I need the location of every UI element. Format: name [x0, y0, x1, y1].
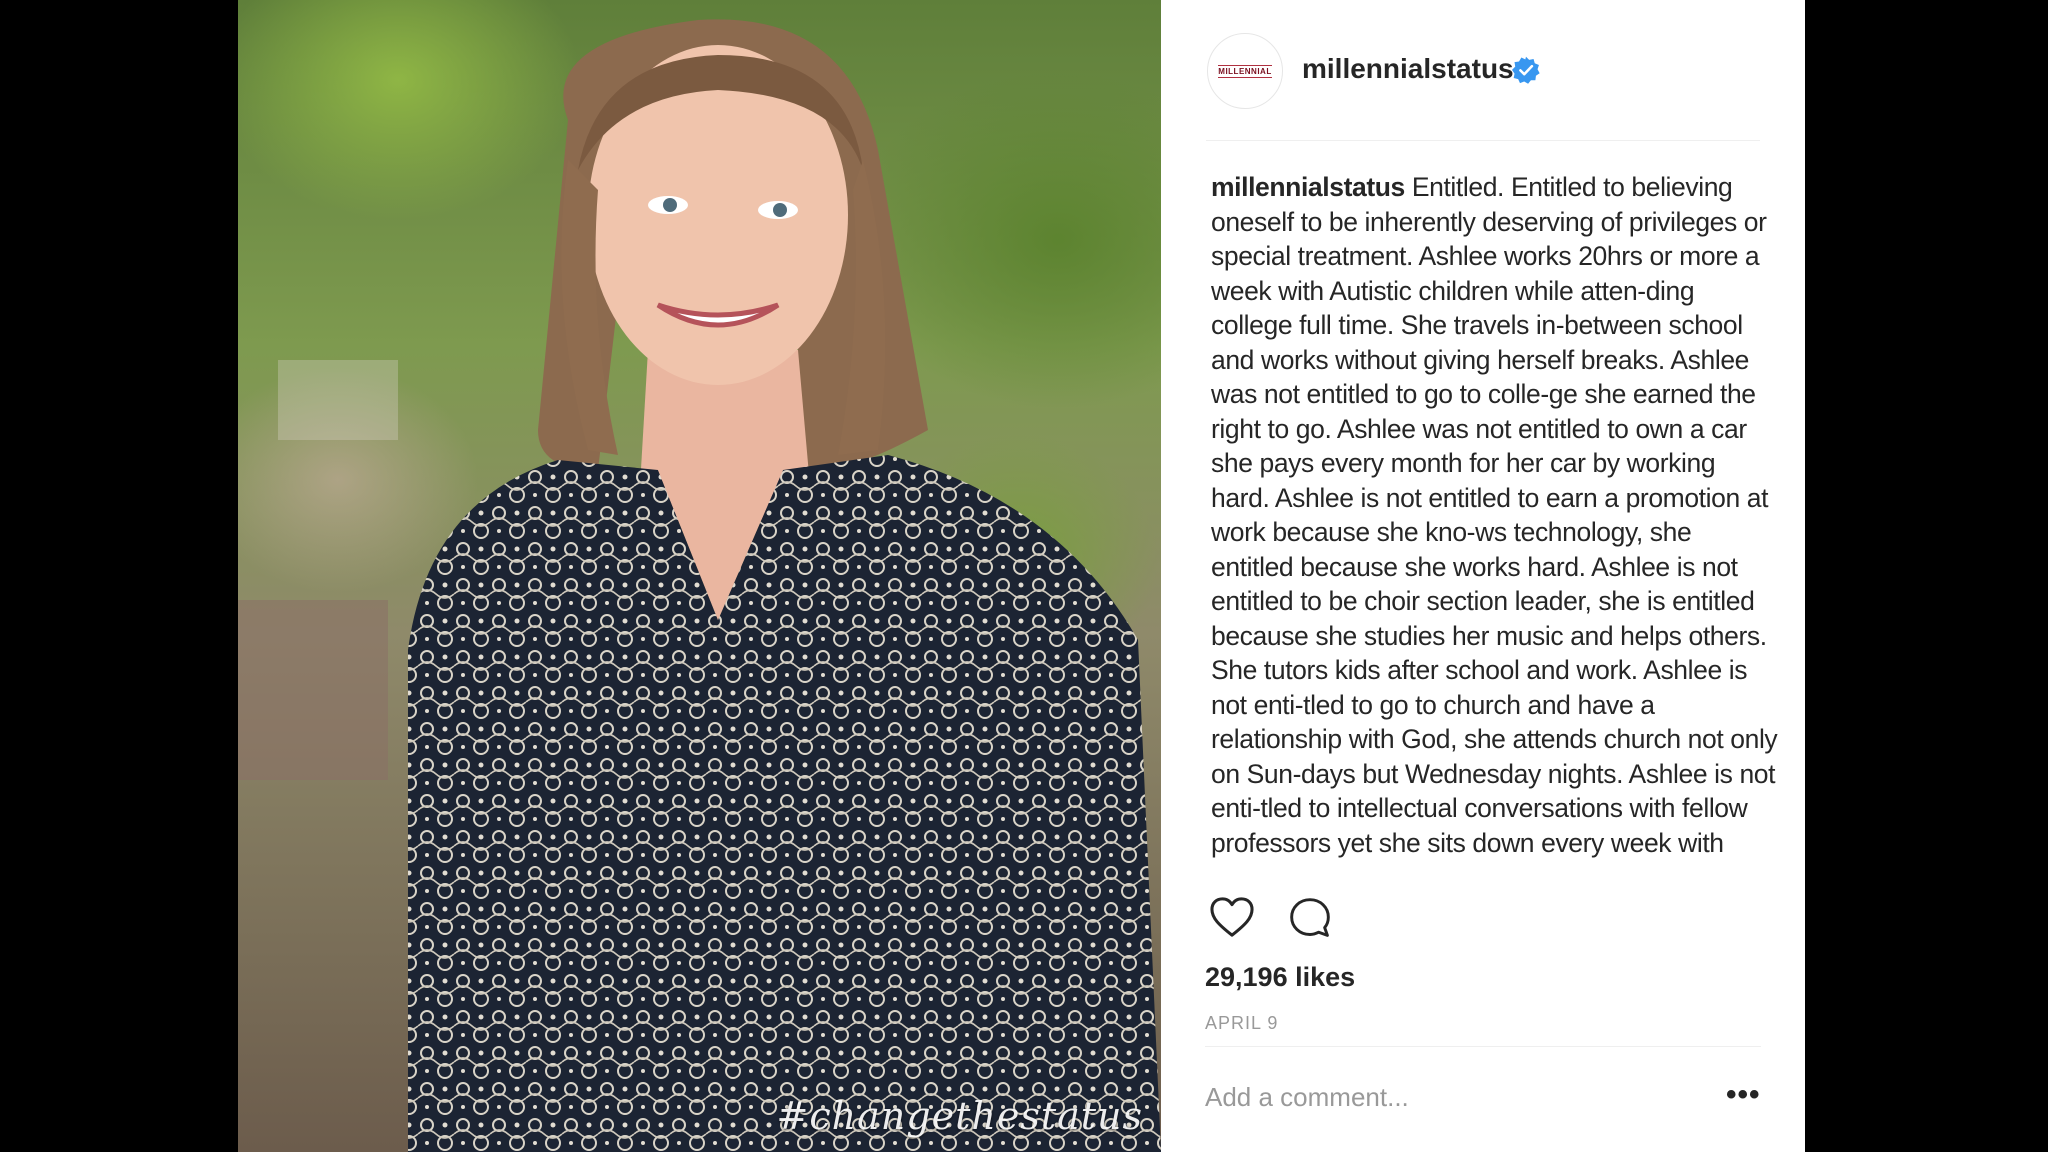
avatar-logo-text: MILLENNIAL	[1218, 64, 1272, 78]
like-count[interactable]: 29,196 likes	[1205, 962, 1355, 993]
post-caption: millennialstatus Entitled. Entitled to b…	[1211, 170, 1779, 875]
comment-icon[interactable]	[1287, 896, 1333, 940]
header-username[interactable]: millennialstatus	[1302, 53, 1514, 85]
post-details-panel: MILLENNIAL millennialstatus millennialst…	[1161, 0, 1805, 1152]
divider	[1205, 1046, 1761, 1047]
verified-badge-icon	[1512, 56, 1540, 84]
post-photo: #changethestatus	[238, 0, 1161, 1152]
person-photo-illustration	[238, 19, 1161, 1152]
post-date: APRIL 9	[1205, 1013, 1279, 1033]
more-options-icon[interactable]: •••	[1726, 1078, 1761, 1112]
caption-text: Entitled. Entitled to believing oneself …	[1211, 172, 1778, 858]
post-header	[1206, 30, 1760, 141]
heart-icon[interactable]	[1209, 896, 1255, 938]
profile-avatar[interactable]: MILLENNIAL	[1207, 33, 1283, 109]
hashtag-watermark: #changethestatus	[776, 1094, 1143, 1138]
caption-username[interactable]: millennialstatus	[1211, 172, 1405, 202]
comment-input[interactable]	[1205, 1082, 1685, 1113]
